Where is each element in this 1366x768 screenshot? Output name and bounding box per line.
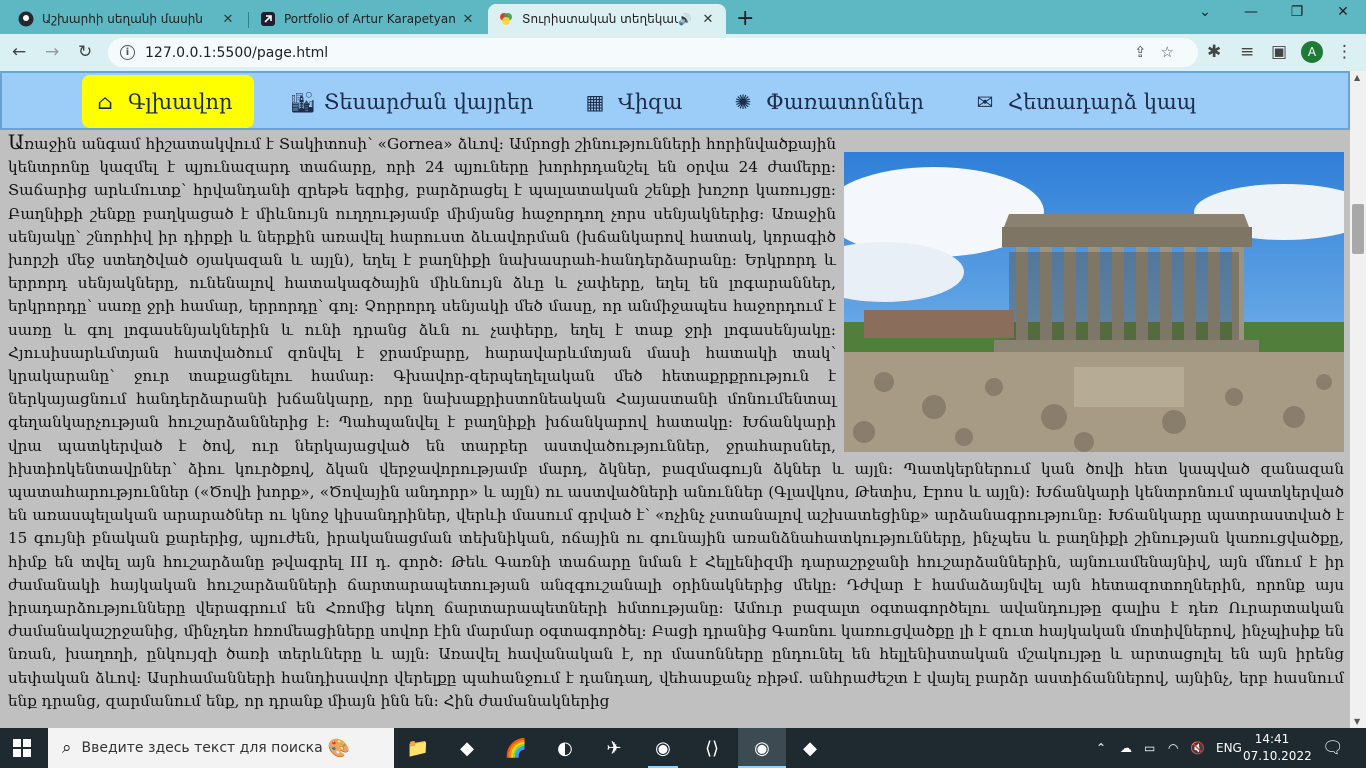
home-icon: ⌂ bbox=[97, 89, 113, 114]
onedrive-icon[interactable]: ☁ bbox=[1120, 728, 1132, 768]
wifi-icon[interactable]: ◠ bbox=[1168, 728, 1178, 768]
forward-arrow-icon[interactable]: → bbox=[45, 42, 59, 62]
new-tab-button[interactable]: + bbox=[736, 6, 754, 31]
site-icon bbox=[498, 11, 514, 27]
nav-item-label: Հետադարձ կապ bbox=[1008, 89, 1197, 114]
nav-item-visa[interactable]: ▦ Վիզա bbox=[584, 75, 683, 128]
menu-icon[interactable]: ⋮ bbox=[1336, 42, 1353, 62]
windows-start-icon[interactable] bbox=[13, 739, 31, 757]
search-icon: ⌕ bbox=[62, 738, 72, 758]
garni-temple-image bbox=[844, 152, 1344, 452]
nav-item-festivals[interactable]: ✺ Փառատոններ bbox=[732, 75, 924, 128]
nav-item-sights[interactable]: 🏙 Տեսարժան վայրեր bbox=[290, 75, 533, 128]
taskbar-clock[interactable]: 14:41 07.10.2022 bbox=[1243, 731, 1312, 765]
windows-taskbar: ⌕ Введите здесь текст для поиска 🎨 📁 ◆ 🌈… bbox=[0, 728, 1366, 768]
telegram-icon[interactable]: ✈ bbox=[600, 734, 628, 762]
close-window-button[interactable]: ✕ bbox=[1320, 4, 1366, 20]
mail-icon: ✉ bbox=[976, 89, 994, 114]
volume-muted-icon[interactable]: 🔇 bbox=[1190, 728, 1205, 768]
passport-icon: ▦ bbox=[585, 89, 605, 114]
language-indicator[interactable]: ENG bbox=[1216, 728, 1242, 768]
address-bar[interactable]: i 127.0.0.1:5500/page.html ⇪☆ bbox=[108, 38, 1198, 67]
browser-tab-strip: Աշխարհի սեղանի մասին ✕ Portfolio of Artu… bbox=[0, 0, 1366, 34]
clock-time: 14:41 bbox=[1254, 732, 1290, 746]
minimize-button[interactable]: — bbox=[1228, 4, 1274, 20]
tab-title: Portfolio of Artur Karapetyan bbox=[284, 12, 456, 26]
main-navigation: ⌂ Գլխավոր 🏙 Տեսարժան վայրեր ▦ Վիզա ✺ Փառ… bbox=[0, 71, 1350, 130]
page-scrollbar[interactable]: ▲ ▼ bbox=[1350, 71, 1366, 728]
edge-browser-icon[interactable]: ◐ bbox=[551, 734, 579, 762]
city-icon: 🏙 bbox=[290, 89, 316, 114]
tab-3-active[interactable]: Տուրիստական տեղեկատու 🔊 ✕ bbox=[488, 4, 726, 34]
github-icon bbox=[18, 11, 34, 27]
search-placeholder[interactable]: Введите здесь текст для поиска bbox=[82, 740, 323, 756]
chrome-active-icon[interactable]: ◉ bbox=[738, 728, 786, 768]
url-text[interactable]: 127.0.0.1:5500/page.html bbox=[145, 45, 328, 61]
tab-search-icon[interactable]: ⌄ bbox=[1182, 4, 1228, 20]
tab-title: Տուրիստական տեղեկատու bbox=[522, 12, 678, 26]
nav-item-label: Տեսարժան վայրեր bbox=[324, 89, 534, 114]
extensions-icon[interactable]: ✱ bbox=[1207, 42, 1221, 62]
git-tool-2-icon[interactable]: ◆ bbox=[796, 734, 824, 762]
scrollbar-thumb[interactable] bbox=[1352, 204, 1364, 254]
fireworks-icon: ✺ bbox=[734, 89, 752, 114]
nav-item-home[interactable]: ⌂ Գլխավոր bbox=[82, 75, 255, 128]
clock-date: 07.10.2022 bbox=[1243, 749, 1312, 763]
close-tab-icon[interactable]: ✕ bbox=[700, 12, 716, 27]
tray-chevron-icon[interactable]: ⌃ bbox=[1096, 728, 1106, 768]
tab-2[interactable]: Portfolio of Artur Karapetyan ✕ bbox=[250, 4, 486, 34]
profile-avatar[interactable]: A bbox=[1301, 41, 1323, 63]
info-icon[interactable]: i bbox=[120, 45, 135, 60]
article: Առաջին անգամ հիշատակվում է Տակիտոսի՝ «Go… bbox=[8, 130, 1344, 713]
search-highlight-icon: 🎨 bbox=[327, 737, 351, 759]
close-tab-icon[interactable]: ✕ bbox=[460, 12, 476, 27]
reload-icon[interactable]: ↻ bbox=[78, 42, 92, 62]
tab-separator bbox=[248, 12, 249, 28]
battery-icon[interactable]: ▭ bbox=[1144, 728, 1155, 768]
codepen-icon bbox=[260, 11, 276, 27]
browser-toolbar: ← → ↻ i 127.0.0.1:5500/page.html ⇪☆ ✱ ≡ … bbox=[0, 34, 1366, 71]
nav-item-label: Վիզա bbox=[618, 89, 683, 114]
nav-item-label: Փառատոններ bbox=[766, 89, 924, 114]
tab-1[interactable]: Աշխարհի սեղանի մասին ✕ bbox=[8, 4, 246, 34]
side-panel-icon[interactable]: ▣ bbox=[1271, 42, 1287, 62]
tab-title: Աշխարհի սեղանի մասին bbox=[42, 12, 203, 26]
web-page: ⌂ Գլխավոր 🏙 Տեսարժան վայրեր ▦ Վիզա ✺ Փառ… bbox=[0, 71, 1366, 728]
pride-app-icon[interactable]: 🌈 bbox=[502, 734, 530, 762]
speaker-icon[interactable]: 🔊 bbox=[678, 13, 692, 26]
file-explorer-icon[interactable]: 📁 bbox=[404, 734, 432, 762]
maximize-button[interactable]: ❐ bbox=[1274, 4, 1320, 20]
git-tool-icon[interactable]: ◆ bbox=[453, 734, 481, 762]
share-and-bookmark-icons[interactable]: ⇪☆ bbox=[1134, 43, 1188, 61]
notification-icon[interactable]: 🗨 bbox=[1322, 738, 1344, 758]
chrome-icon[interactable]: ◉ bbox=[649, 734, 677, 762]
nav-item-label: Գլխավոր bbox=[128, 89, 233, 114]
vscode-icon[interactable]: ⟨⟩ bbox=[698, 734, 726, 762]
close-tab-icon[interactable]: ✕ bbox=[220, 12, 236, 27]
media-control-icon[interactable]: ≡ bbox=[1240, 42, 1254, 62]
scroll-down-icon[interactable]: ▼ bbox=[1354, 717, 1360, 726]
nav-item-contact[interactable]: ✉ Հետադարձ կապ bbox=[974, 75, 1197, 128]
back-arrow-icon[interactable]: ← bbox=[12, 42, 26, 62]
scroll-up-icon[interactable]: ▲ bbox=[1354, 73, 1360, 82]
